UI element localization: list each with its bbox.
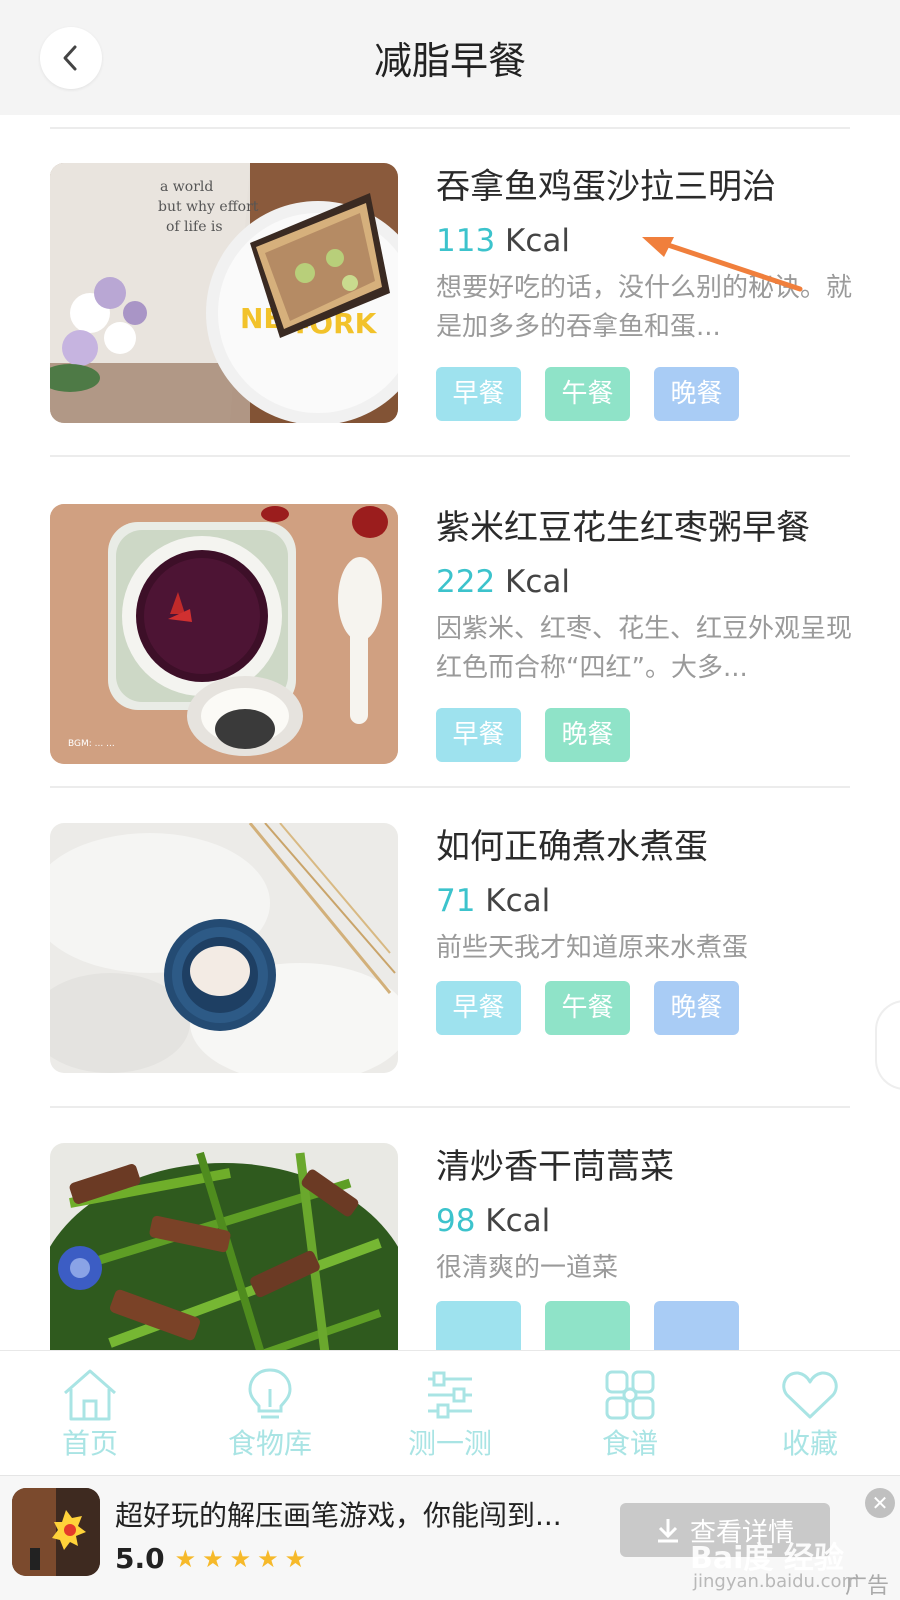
recipe-description: 很清爽的一道菜 [436, 1253, 619, 1283]
kcal-value: 113 [436, 223, 496, 259]
nav-label: 食物库 [227, 1427, 312, 1460]
recipe-kcal: 222 Kcal [436, 560, 856, 604]
watermark-url: jingyan.baidu.com [693, 1571, 860, 1592]
bottom-nav: 首页 食物库 测一测 食谱 收藏 [0, 1350, 900, 1475]
tag-lunch[interactable]: 午餐 [545, 367, 630, 421]
grid-icon [605, 1370, 655, 1420]
lightbulb-icon [248, 1368, 292, 1419]
recipe-description: 想要好吃的话，没什么别的秘诀。就是加多多的吞拿鱼和蛋... [436, 273, 853, 342]
kcal-value: 222 [436, 564, 496, 600]
recipe-image-boiled-egg[interactable] [50, 823, 398, 1073]
recipe-description: 前些天我才知道原来水煮蛋 [436, 933, 749, 963]
divider [50, 455, 850, 457]
heart-icon [782, 1371, 838, 1419]
svg-text:BGM: ... ...: BGM: ... ... [68, 739, 115, 749]
recipe-list[interactable]: NEW YORK a world but why effort of life … [0, 115, 900, 1350]
nav-item-test[interactable]: 测一测 [360, 1351, 540, 1475]
tag-dinner[interactable] [654, 1301, 739, 1350]
tag-breakfast[interactable]: 早餐 [436, 708, 521, 762]
recipe-image-porridge[interactable]: BGM: ... ... [50, 504, 398, 764]
svg-text:of life is: of life is [166, 219, 223, 235]
side-scroll-handle[interactable] [875, 1000, 900, 1090]
meal-tags: 早餐 午餐 晚餐 [436, 367, 856, 421]
ad-label: 广告 [845, 1574, 890, 1599]
ad-rating: 5.0 ★★★★★ [115, 1542, 312, 1575]
nav-item-home[interactable]: 首页 [0, 1351, 180, 1475]
kcal-unit: Kcal [475, 1203, 551, 1239]
divider [50, 127, 850, 129]
nav-label: 测一测 [407, 1427, 492, 1460]
home-icon [64, 1369, 116, 1421]
ad-banner[interactable]: 超好玩的解压画笔游戏，你能闯到... 5.0 ★★★★★ 查看详情 ✕ Bai度… [0, 1475, 900, 1600]
recipe-title[interactable]: 紫米红豆花生红枣粥早餐 [436, 504, 856, 552]
nav-label: 食谱 [601, 1427, 658, 1460]
tag-breakfast[interactable] [436, 1301, 521, 1350]
nav-item-recipes[interactable]: 食谱 [540, 1351, 720, 1475]
kcal-value: 71 [436, 883, 476, 919]
meal-tags: 早餐 晚餐 [436, 708, 856, 762]
tag-lunch[interactable]: 午餐 [545, 981, 630, 1035]
recipe-info: 紫米红豆花生红枣粥早餐 222 Kcal 因紫米、红枣、花生、红豆外观呈现红色而… [436, 504, 856, 762]
divider [50, 1106, 850, 1108]
recipe-kcal: 98 Kcal [436, 1199, 856, 1243]
recipe-card[interactable]: BGM: ... ... 紫米红豆花生红枣粥早餐 222 Kcal 因紫米、红枣… [50, 504, 852, 764]
recipe-info: 如何正确煮水煮蛋 71 Kcal 前些天我才知道原来水煮蛋 早餐 午餐 晚餐 [436, 823, 856, 1035]
svg-text:a world: a world [160, 179, 213, 195]
recipe-card[interactable]: NEW YORK a world but why effort of life … [50, 163, 852, 423]
nav-item-food-library[interactable]: 食物库 [180, 1351, 360, 1475]
recipe-kcal: 113 Kcal [436, 219, 856, 263]
page-title: 减脂早餐 [373, 39, 526, 83]
ad-title[interactable]: 超好玩的解压画笔游戏，你能闯到... [115, 1494, 585, 1534]
recipe-info: 吞拿鱼鸡蛋沙拉三明治 113 Kcal 想要好吃的话，没什么别的秘诀。就是加多多… [436, 163, 856, 421]
tag-breakfast[interactable]: 早餐 [436, 367, 521, 421]
recipe-kcal: 71 Kcal [436, 879, 856, 923]
star-rating-icon: ★★★★★ [174, 1544, 313, 1573]
recipe-title[interactable]: 清炒香干茼蒿菜 [436, 1143, 856, 1191]
sliders-icon [428, 1371, 472, 1419]
nav-item-favorites[interactable]: 收藏 [720, 1351, 900, 1475]
meal-tags [436, 1301, 856, 1350]
kcal-unit: Kcal [475, 883, 551, 919]
recipe-title[interactable]: 吞拿鱼鸡蛋沙拉三明治 [436, 163, 856, 211]
tag-dinner[interactable]: 晚餐 [654, 981, 739, 1035]
ad-app-icon[interactable] [12, 1488, 100, 1576]
top-bar: 减脂早餐 [0, 0, 900, 115]
ad-close-button[interactable]: ✕ [865, 1488, 895, 1518]
tag-dinner[interactable]: 晚餐 [545, 708, 630, 762]
recipe-image-sandwich[interactable]: NEW YORK a world but why effort of life … [50, 163, 398, 423]
nav-label: 收藏 [781, 1427, 838, 1460]
kcal-unit: Kcal [495, 564, 571, 600]
svg-text:but why effort: but why effort [158, 199, 259, 215]
kcal-value: 98 [436, 1203, 476, 1239]
recipe-image-stir-fry[interactable] [50, 1143, 398, 1350]
recipe-info: 清炒香干茼蒿菜 98 Kcal 很清爽的一道菜 [436, 1143, 856, 1350]
meal-tags: 早餐 午餐 晚餐 [436, 981, 856, 1035]
kcal-unit: Kcal [495, 223, 571, 259]
tag-lunch[interactable] [545, 1301, 630, 1350]
recipe-title[interactable]: 如何正确煮水煮蛋 [436, 823, 856, 871]
tag-breakfast[interactable]: 早餐 [436, 981, 521, 1035]
recipe-card[interactable]: 如何正确煮水煮蛋 71 Kcal 前些天我才知道原来水煮蛋 早餐 午餐 晚餐 [50, 823, 850, 1073]
recipe-card[interactable]: 清炒香干茼蒿菜 98 Kcal 很清爽的一道菜 [50, 1143, 850, 1350]
rating-value: 5.0 [115, 1542, 165, 1575]
tag-dinner[interactable]: 晚餐 [654, 367, 739, 421]
divider [50, 786, 850, 788]
nav-label: 首页 [61, 1427, 118, 1460]
recipe-description: 因紫米、红枣、花生、红豆外观呈现红色而合称“四红”。大多... [436, 614, 853, 683]
download-icon [657, 1519, 678, 1543]
